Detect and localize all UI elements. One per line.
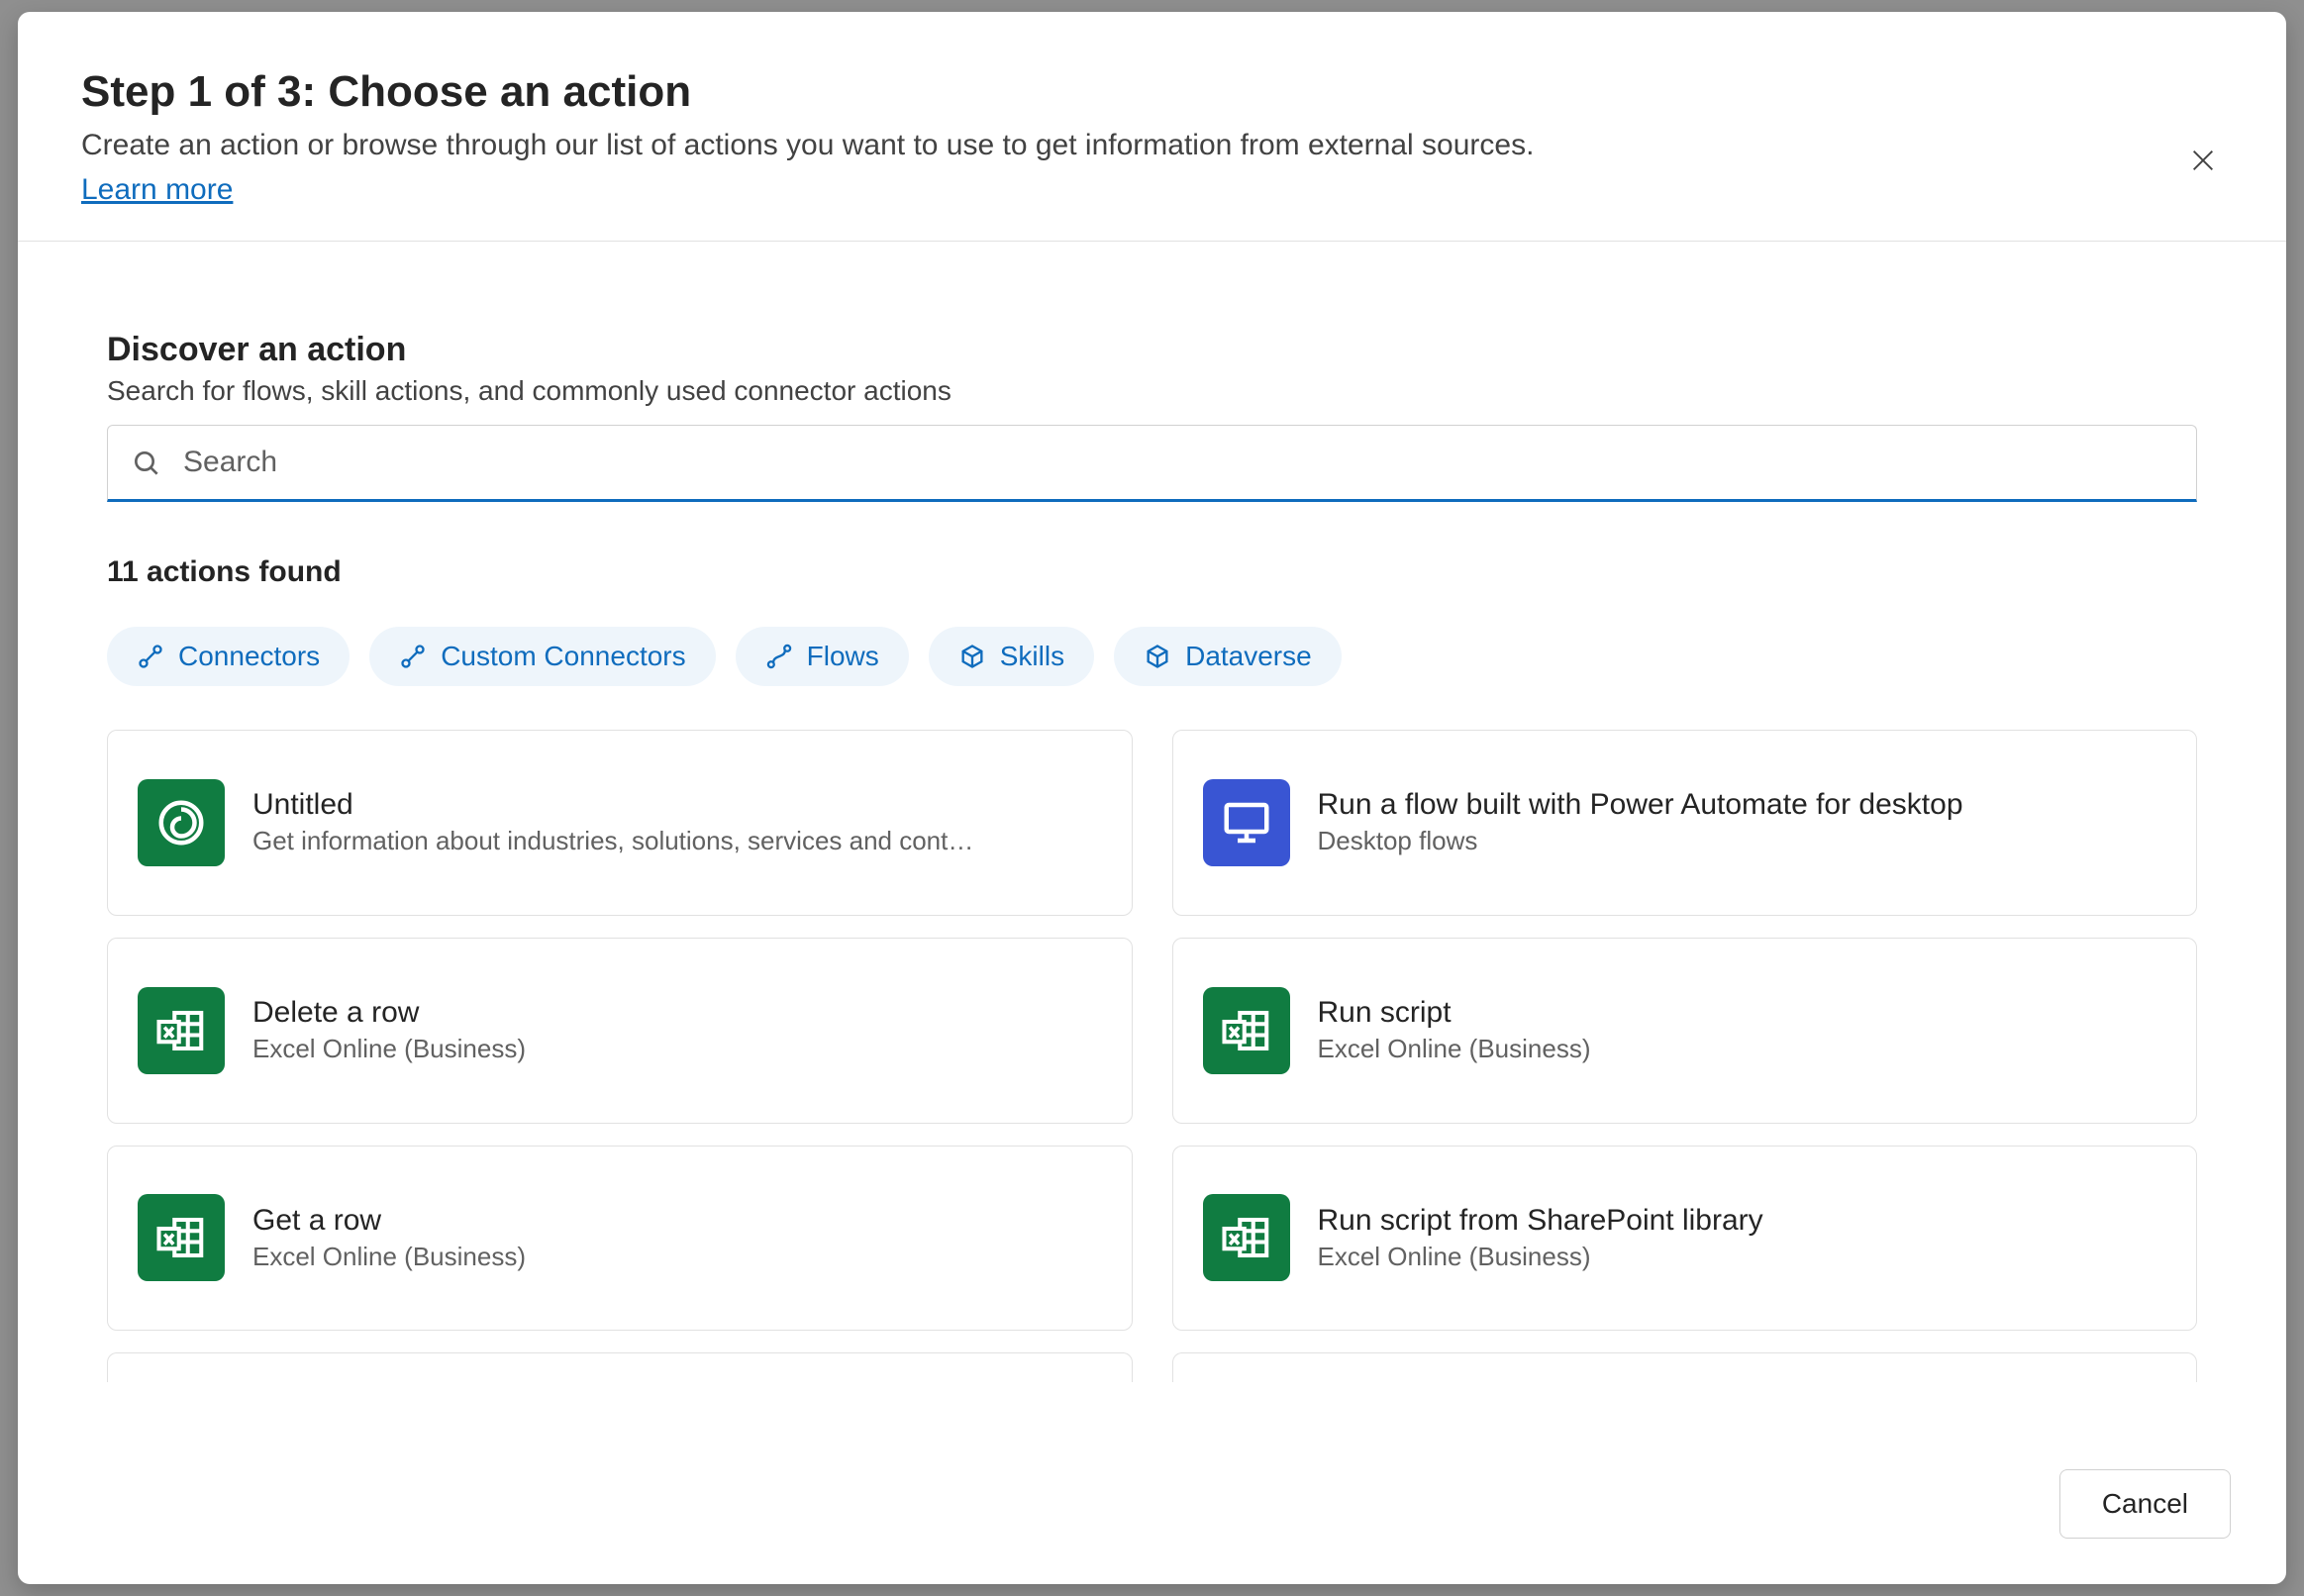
search-input[interactable] [107,425,2197,502]
excel-icon [1203,1194,1290,1281]
close-icon [2189,147,2217,174]
close-button[interactable] [2183,141,2223,180]
action-title: Run script from SharePoint library [1318,1204,2167,1238]
step-title: Step 1 of 3: Choose an action [81,67,2223,117]
action-title: Get a row [252,1204,1102,1238]
filter-label: Skills [1000,641,1064,672]
filter-label: Custom Connectors [441,641,685,672]
filter-label: Flows [807,641,879,672]
action-card-run-script[interactable]: Run script Excel Online (Business) [1172,938,2198,1124]
search-icon [131,448,162,479]
filter-custom-connectors[interactable]: Custom Connectors [369,627,715,686]
excel-icon [138,1194,225,1281]
cancel-button[interactable]: Cancel [2059,1469,2231,1539]
filter-dataverse[interactable]: Dataverse [1114,627,1342,686]
flow-icon [765,643,793,670]
desktop-icon [1203,779,1290,866]
action-card-get-row[interactable]: Get a row Excel Online (Business) [107,1146,1133,1332]
action-subtitle: Desktop flows [1318,826,2167,856]
filter-pills: Connectors Custom Connectors Flows Skill… [107,627,2197,686]
action-text: Run a flow built with Power Automate for… [1318,788,2167,856]
action-text: Run script Excel Online (Business) [1318,996,2167,1064]
action-text: Run script from SharePoint library Excel… [1318,1204,2167,1272]
action-subtitle: Get information about industries, soluti… [252,826,1102,856]
swirl-icon [138,779,225,866]
filter-skills[interactable]: Skills [929,627,1094,686]
action-subtitle: Excel Online (Business) [1318,1034,2167,1064]
action-subtitle: Excel Online (Business) [252,1242,1102,1272]
search-container [107,425,2197,502]
action-text: Get a row Excel Online (Business) [252,1204,1102,1272]
action-card-untitled[interactable]: Untitled Get information about industrie… [107,730,1133,916]
action-card-more[interactable] [1172,1352,2198,1382]
learn-more-link[interactable]: Learn more [81,173,233,206]
action-text: Delete a row Excel Online (Business) [252,996,1102,1064]
cube-icon [958,643,986,670]
discover-subtitle: Search for flows, skill actions, and com… [107,375,2197,407]
modal-footer: Cancel [18,1430,2286,1584]
step-subtitle: Create an action or browse through our l… [81,123,2223,167]
discover-title: Discover an action [107,331,2197,369]
action-title: Untitled [252,788,1102,822]
action-subtitle: Excel Online (Business) [1318,1242,2167,1272]
plug-icon [399,643,427,670]
filter-label: Dataverse [1185,641,1312,672]
modal-body: Discover an action Search for flows, ski… [18,242,2286,1430]
action-text: Untitled Get information about industrie… [252,788,1102,856]
action-card-delete-row[interactable]: Delete a row Excel Online (Business) [107,938,1133,1124]
cube-icon [1144,643,1171,670]
action-card-more[interactable] [107,1352,1133,1382]
modal-header: Step 1 of 3: Choose an action Create an … [18,12,2286,242]
results-count: 11 actions found [107,555,2197,589]
excel-icon [138,987,225,1074]
action-title: Run a flow built with Power Automate for… [1318,788,2167,822]
action-subtitle: Excel Online (Business) [252,1034,1102,1064]
excel-icon [1203,987,1290,1074]
filter-label: Connectors [178,641,320,672]
action-card-run-script-sharepoint[interactable]: Run script from SharePoint library Excel… [1172,1146,2198,1332]
filter-flows[interactable]: Flows [736,627,909,686]
action-title: Run script [1318,996,2167,1030]
filter-connectors[interactable]: Connectors [107,627,350,686]
choose-action-modal: Step 1 of 3: Choose an action Create an … [18,12,2286,1584]
plug-icon [137,643,164,670]
action-card-run-flow-desktop[interactable]: Run a flow built with Power Automate for… [1172,730,2198,916]
actions-grid: Untitled Get information about industrie… [107,730,2197,1410]
action-title: Delete a row [252,996,1102,1030]
